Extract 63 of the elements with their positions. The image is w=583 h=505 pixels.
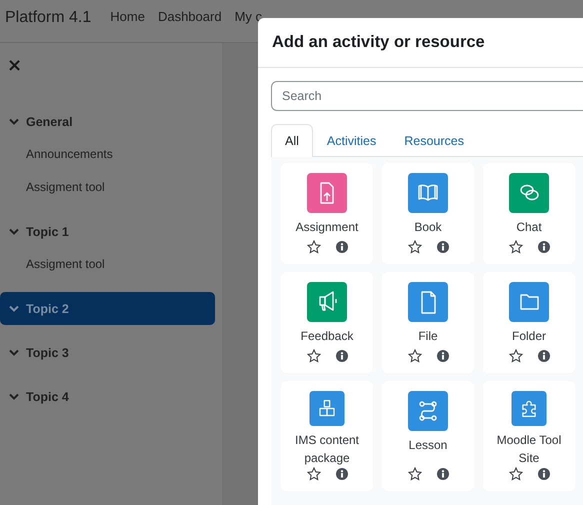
activity-card[interactable]: Folder bbox=[483, 272, 575, 373]
activity-card[interactable]: Feedback bbox=[281, 272, 373, 373]
activity-name: IMS content package bbox=[294, 432, 360, 467]
course-section-item[interactable]: Topic 2 bbox=[0, 292, 215, 325]
activity-name: Lesson bbox=[408, 437, 448, 454]
activity-name: Feedback bbox=[300, 328, 354, 345]
info-icon[interactable] bbox=[436, 241, 448, 253]
close-button[interactable]: × bbox=[7, 57, 21, 75]
activity-name: Book bbox=[413, 219, 443, 236]
activity-name: Assignment bbox=[294, 219, 360, 236]
star-icon[interactable] bbox=[508, 349, 522, 363]
nav-link[interactable]: Dashboard bbox=[158, 9, 222, 24]
info-icon[interactable] bbox=[436, 468, 448, 480]
star-icon[interactable] bbox=[408, 467, 422, 481]
section-title: Topic 4 bbox=[26, 390, 69, 404]
info-icon[interactable] bbox=[336, 241, 348, 253]
activity-link[interactable]: Assigment tool bbox=[0, 253, 105, 275]
activity-card[interactable]: Lesson bbox=[382, 381, 474, 491]
activity-card[interactable]: Moodle Tool Site bbox=[483, 381, 575, 491]
activity-name: File bbox=[417, 328, 439, 345]
activity-card[interactable]: Book bbox=[382, 163, 474, 264]
info-icon[interactable] bbox=[538, 241, 550, 253]
info-icon[interactable] bbox=[336, 468, 348, 480]
site-name[interactable]: Platform 4.1 bbox=[5, 9, 92, 27]
nav-link[interactable]: Home bbox=[110, 9, 145, 24]
section-title: Topic 1 bbox=[26, 224, 69, 238]
activity-card[interactable]: File bbox=[382, 272, 474, 373]
info-icon[interactable] bbox=[538, 468, 550, 480]
star-icon[interactable] bbox=[306, 349, 320, 363]
activity-card[interactable]: IMS content package bbox=[281, 381, 373, 491]
star-icon[interactable] bbox=[408, 349, 422, 363]
chevron-icon bbox=[9, 118, 19, 126]
modal-title: Add an activity or resource bbox=[272, 33, 485, 52]
info-icon[interactable] bbox=[538, 350, 550, 362]
activity-name: Moodle Tool Site bbox=[496, 432, 562, 467]
section-title: General bbox=[26, 114, 73, 128]
activity-card[interactable]: Assignment bbox=[281, 163, 373, 264]
info-icon[interactable] bbox=[336, 350, 348, 362]
course-section-item[interactable]: Topic 4 bbox=[0, 380, 215, 413]
tab[interactable]: Resources bbox=[390, 124, 478, 157]
star-icon[interactable] bbox=[306, 240, 320, 254]
tab[interactable]: All bbox=[271, 124, 313, 157]
star-icon[interactable] bbox=[408, 240, 422, 254]
chevron-icon bbox=[9, 348, 19, 356]
star-icon[interactable] bbox=[508, 467, 522, 481]
course-section-item[interactable]: Topic 1 bbox=[0, 215, 215, 248]
activity-name: Folder bbox=[510, 328, 547, 345]
course-section-item[interactable]: Topic 3 bbox=[0, 336, 215, 369]
search-field[interactable]: Search bbox=[271, 81, 583, 111]
chevron-icon bbox=[9, 392, 19, 400]
activity-link[interactable]: Assigment tool bbox=[0, 176, 105, 198]
activity-name: Chat bbox=[515, 219, 543, 236]
section-title: Topic 3 bbox=[26, 346, 69, 360]
star-icon[interactable] bbox=[306, 467, 320, 481]
info-icon[interactable] bbox=[436, 350, 448, 362]
activity-link[interactable]: Announcements bbox=[0, 143, 113, 165]
star-icon[interactable] bbox=[508, 240, 522, 254]
section-title: Topic 2 bbox=[26, 302, 69, 316]
tab[interactable]: Activities bbox=[312, 124, 390, 157]
course-section-item[interactable]: General bbox=[0, 105, 215, 138]
chevron-icon bbox=[9, 228, 19, 236]
chevron-icon bbox=[9, 304, 19, 312]
activity-card[interactable]: Chat bbox=[483, 163, 575, 264]
